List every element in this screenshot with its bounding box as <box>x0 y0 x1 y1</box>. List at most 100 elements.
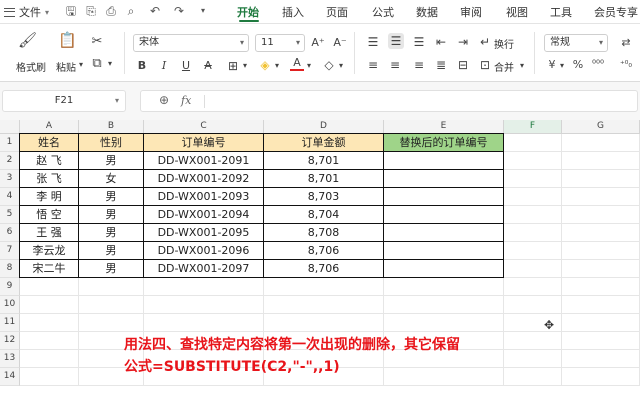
cell-order-amount[interactable]: 8,703 <box>264 188 384 206</box>
column-header-f[interactable]: F <box>504 120 562 134</box>
cell-order-amount[interactable]: 8,706 <box>264 260 384 278</box>
align-left-icon[interactable]: ≡ <box>366 57 380 73</box>
row-header-9[interactable]: 9 <box>0 278 20 296</box>
cell-replaced-order-id[interactable] <box>384 260 504 278</box>
merge-label[interactable]: 合并 <box>494 59 514 74</box>
cut-icon[interactable]: ✂ <box>90 34 104 50</box>
border-icon[interactable]: ⊞ <box>226 58 240 74</box>
column-header-c[interactable]: C <box>144 120 264 134</box>
row-header-12[interactable]: 12 <box>0 332 20 350</box>
select-all-corner[interactable] <box>0 120 20 134</box>
cell-name[interactable]: 赵 飞 <box>20 152 79 170</box>
thousands-icon[interactable]: ⁰⁰⁰ <box>592 57 604 73</box>
tab-insert[interactable]: 插入 <box>282 4 304 20</box>
cell-name[interactable]: 悟 空 <box>20 206 79 224</box>
decrease-font-icon[interactable]: A⁻ <box>333 35 347 51</box>
cell-name[interactable]: 李 明 <box>20 188 79 206</box>
row-header-7[interactable]: 7 <box>0 242 20 260</box>
increase-font-icon[interactable]: A⁺ <box>311 35 325 51</box>
paste-chevron-icon[interactable]: ▾ <box>79 59 83 71</box>
column-header-b[interactable]: B <box>79 120 144 134</box>
copy-chevron-icon[interactable]: ▾ <box>106 56 114 72</box>
zoom-search-icon[interactable]: ⊕ <box>159 93 169 107</box>
clear-chevron-icon[interactable]: ▾ <box>337 58 345 74</box>
cell-order-amount[interactable]: 8,704 <box>264 206 384 224</box>
cell-gender[interactable]: 女 <box>79 170 144 188</box>
print-preview-icon[interactable]: ⌕ <box>124 4 138 18</box>
header-cell-order-id[interactable]: 订单编号 <box>144 134 264 152</box>
cell-gender[interactable]: 男 <box>79 242 144 260</box>
merge-chevron-icon[interactable]: ▾ <box>518 58 526 74</box>
cell-replaced-order-id[interactable] <box>384 152 504 170</box>
print-icon[interactable]: ⎙ <box>104 4 118 18</box>
copy-icon[interactable]: ⧉ <box>90 56 104 72</box>
cell-gender[interactable]: 男 <box>79 188 144 206</box>
tab-home[interactable]: 开始 <box>237 4 259 20</box>
header-cell-order-amount[interactable]: 订单金额 <box>264 134 384 152</box>
row-header-14[interactable]: 14 <box>0 368 20 386</box>
align-center-icon[interactable]: ≡ <box>388 57 402 73</box>
decimal-icon[interactable]: ⁺⁰₀ <box>616 57 636 73</box>
header-cell-replaced-order-id[interactable]: 替换后的订单编号 <box>384 134 504 152</box>
convert-icon[interactable]: ⇄ <box>616 35 636 51</box>
currency-icon[interactable]: ¥ <box>546 57 558 73</box>
indent-increase-icon[interactable]: ⇥ <box>456 34 470 50</box>
bold-icon[interactable]: B <box>136 58 148 74</box>
column-header-e[interactable]: E <box>384 120 504 134</box>
cell-order-id[interactable]: DD-WX001-2093 <box>144 188 264 206</box>
file-menu[interactable]: 文件 ▾ <box>4 4 49 20</box>
tab-view[interactable]: 视图 <box>506 4 528 20</box>
cell-gender[interactable]: 男 <box>79 224 144 242</box>
cell-name[interactable]: 王 强 <box>20 224 79 242</box>
cell-gender[interactable]: 男 <box>79 152 144 170</box>
italic-icon[interactable]: I <box>158 58 170 74</box>
font-size-select[interactable]: 11 ▾ <box>255 34 305 52</box>
wrap-text-icon[interactable]: ↵ <box>478 34 492 50</box>
border-chevron-icon[interactable]: ▾ <box>241 58 249 74</box>
row-header-4[interactable]: 4 <box>0 188 20 206</box>
fill-chevron-icon[interactable]: ▾ <box>273 58 281 74</box>
header-cell-gender[interactable]: 性别 <box>79 134 144 152</box>
paste-icon[interactable]: 📋 <box>58 32 77 48</box>
column-header-d[interactable]: D <box>264 120 384 134</box>
align-middle-icon[interactable]: ☰ <box>388 33 404 49</box>
font-color-icon[interactable]: A <box>290 56 304 71</box>
name-box[interactable]: F21 ▾ <box>2 90 126 112</box>
tab-member[interactable]: 会员专享 <box>594 4 638 20</box>
fill-color-icon[interactable]: ◈ <box>258 57 272 73</box>
font-name-select[interactable]: 宋体 ▾ <box>133 34 249 52</box>
cell-order-id[interactable]: DD-WX001-2092 <box>144 170 264 188</box>
cell-order-id[interactable]: DD-WX001-2091 <box>144 152 264 170</box>
cell-name[interactable]: 宋二牛 <box>20 260 79 278</box>
quick-access-more-icon[interactable]: ▾ <box>196 4 210 18</box>
cell-order-amount[interactable]: 8,706 <box>264 242 384 260</box>
column-header-a[interactable]: A <box>20 120 79 134</box>
tab-formulas[interactable]: 公式 <box>372 4 394 20</box>
cell-order-id[interactable]: DD-WX001-2096 <box>144 242 264 260</box>
format-painter-label[interactable]: 格式刷 <box>16 59 46 74</box>
tab-tools[interactable]: 工具 <box>550 4 572 20</box>
column-header-g[interactable]: G <box>562 120 640 134</box>
tab-page[interactable]: 页面 <box>326 4 348 20</box>
cell-order-amount[interactable]: 8,701 <box>264 170 384 188</box>
justify-icon[interactable]: ≣ <box>434 57 448 73</box>
font-color-chevron-icon[interactable]: ▾ <box>305 58 313 74</box>
export-pdf-icon[interactable]: ⎘ <box>84 4 98 18</box>
cell-replaced-order-id[interactable] <box>384 206 504 224</box>
indent-decrease-icon[interactable]: ⇤ <box>434 34 448 50</box>
number-format-select[interactable]: 常规 ▾ <box>544 34 608 52</box>
percent-icon[interactable]: % <box>572 57 584 73</box>
cell-order-amount[interactable]: 8,708 <box>264 224 384 242</box>
insert-function-icon[interactable]: fx <box>181 94 191 107</box>
align-top-icon[interactable]: ☰ <box>366 34 380 50</box>
currency-chevron-icon[interactable]: ▾ <box>558 58 566 74</box>
align-bottom-icon[interactable]: ☰ <box>412 34 426 50</box>
cell-replaced-order-id[interactable] <box>384 170 504 188</box>
cell-order-id[interactable]: DD-WX001-2097 <box>144 260 264 278</box>
paste-label[interactable]: 粘贴 <box>56 59 76 74</box>
clear-format-icon[interactable]: ◇ <box>322 57 336 73</box>
underline-icon[interactable]: U <box>180 58 192 74</box>
cell-name[interactable]: 张 飞 <box>20 170 79 188</box>
formula-input-area[interactable]: ⊕ fx <box>140 90 638 112</box>
format-painter-icon[interactable]: 🖌 <box>18 32 37 48</box>
